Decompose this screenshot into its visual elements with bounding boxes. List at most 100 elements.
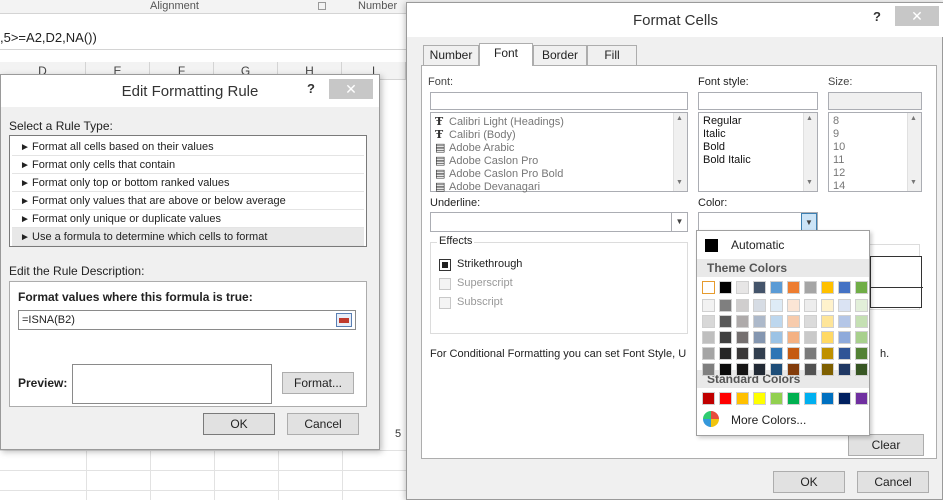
rule-type-item[interactable]: ► Format only cells that contain bbox=[12, 156, 364, 174]
subscript-checkbox[interactable] bbox=[439, 297, 451, 309]
theme-shade-swatch[interactable] bbox=[736, 299, 749, 312]
chevron-down-icon[interactable]: ▼ bbox=[801, 213, 817, 231]
theme-color-swatch[interactable] bbox=[719, 281, 732, 294]
theme-shade-swatch[interactable] bbox=[821, 299, 834, 312]
theme-color-swatch[interactable] bbox=[736, 281, 749, 294]
strikethrough-checkbox[interactable] bbox=[439, 259, 451, 271]
theme-color-swatch[interactable] bbox=[838, 281, 851, 294]
theme-shade-swatch[interactable] bbox=[753, 331, 766, 344]
theme-shade-swatch[interactable] bbox=[702, 331, 715, 344]
theme-shade-swatch[interactable] bbox=[838, 363, 851, 376]
help-icon[interactable]: ? bbox=[873, 9, 881, 24]
theme-shade-swatch[interactable] bbox=[804, 315, 817, 328]
standard-color-swatch[interactable] bbox=[804, 392, 817, 405]
standard-color-swatch[interactable] bbox=[736, 392, 749, 405]
theme-shade-swatch[interactable] bbox=[770, 299, 783, 312]
tab-fill[interactable]: Fill bbox=[587, 45, 637, 65]
clear-button[interactable]: Clear bbox=[848, 434, 924, 456]
theme-shade-swatch[interactable] bbox=[821, 315, 834, 328]
theme-shade-swatch[interactable] bbox=[804, 299, 817, 312]
standard-color-swatch[interactable] bbox=[719, 392, 732, 405]
theme-shade-swatch[interactable] bbox=[855, 299, 868, 312]
theme-shade-swatch[interactable] bbox=[736, 363, 749, 376]
size-input[interactable] bbox=[828, 92, 922, 110]
rule-type-item[interactable]: ► Format only values that are above or be… bbox=[12, 192, 364, 210]
formula-bar[interactable]: ,5>=A2,D2,NA()) bbox=[0, 26, 406, 50]
theme-shade-swatch[interactable] bbox=[787, 299, 800, 312]
theme-shade-swatch[interactable] bbox=[719, 363, 732, 376]
scrollbar[interactable]: ▲ ▼ bbox=[803, 113, 817, 191]
more-colors-link[interactable]: More Colors... bbox=[731, 413, 806, 427]
rule-type-item-selected[interactable]: ► Use a formula to determine which cells … bbox=[12, 228, 364, 246]
close-icon[interactable]: ✕ bbox=[329, 79, 373, 99]
close-icon[interactable]: ✕ bbox=[895, 6, 939, 26]
size-list[interactable]: 8 9 10 11 12 14 ▲ ▼ bbox=[828, 112, 922, 192]
theme-shade-swatch[interactable] bbox=[855, 363, 868, 376]
theme-shade-swatch[interactable] bbox=[855, 347, 868, 360]
list-item[interactable]: 11 bbox=[833, 154, 844, 166]
theme-shade-swatch[interactable] bbox=[787, 315, 800, 328]
theme-color-swatch[interactable] bbox=[804, 281, 817, 294]
theme-shade-swatch[interactable] bbox=[787, 347, 800, 360]
dialog-titlebar[interactable]: Edit Formatting Rule ? ✕ bbox=[1, 75, 379, 107]
theme-shade-swatch[interactable] bbox=[702, 315, 715, 328]
help-icon[interactable]: ? bbox=[307, 81, 315, 96]
superscript-label[interactable]: Superscript bbox=[457, 277, 513, 289]
theme-shade-swatch[interactable] bbox=[719, 299, 732, 312]
superscript-checkbox[interactable] bbox=[439, 278, 451, 290]
theme-shade-swatch[interactable] bbox=[753, 347, 766, 360]
scrollbar[interactable]: ▲ ▼ bbox=[907, 113, 921, 191]
theme-shade-swatch[interactable] bbox=[702, 363, 715, 376]
theme-shade-swatch[interactable] bbox=[719, 315, 732, 328]
theme-shade-swatch[interactable] bbox=[821, 363, 834, 376]
theme-shade-swatch[interactable] bbox=[736, 347, 749, 360]
underline-select[interactable]: ▼ bbox=[430, 212, 688, 232]
theme-shade-swatch[interactable] bbox=[736, 315, 749, 328]
standard-color-swatch[interactable] bbox=[770, 392, 783, 405]
theme-shade-swatch[interactable] bbox=[770, 331, 783, 344]
list-item[interactable]: ▤ Adobe Caslon Pro Bold bbox=[435, 167, 563, 180]
scroll-up-icon[interactable]: ▲ bbox=[676, 115, 683, 122]
standard-color-swatch[interactable] bbox=[702, 392, 715, 405]
theme-color-swatch[interactable] bbox=[702, 281, 715, 294]
formula-input[interactable]: =ISNA(B2) bbox=[18, 310, 356, 330]
standard-color-swatch[interactable] bbox=[838, 392, 851, 405]
scroll-up-icon[interactable]: ▲ bbox=[910, 115, 917, 122]
theme-shade-swatch[interactable] bbox=[838, 299, 851, 312]
ok-button[interactable]: OK bbox=[773, 471, 845, 493]
font-style-list[interactable]: Regular Italic Bold Bold Italic ▲ ▼ bbox=[698, 112, 818, 192]
standard-color-swatch[interactable] bbox=[787, 392, 800, 405]
theme-shade-swatch[interactable] bbox=[855, 331, 868, 344]
list-item[interactable]: 14 bbox=[833, 180, 845, 192]
rule-type-item[interactable]: ► Format only top or bottom ranked values bbox=[12, 174, 364, 192]
theme-shade-swatch[interactable] bbox=[770, 363, 783, 376]
scroll-down-icon[interactable]: ▼ bbox=[910, 179, 917, 186]
list-item[interactable]: 9 bbox=[833, 128, 839, 140]
list-item[interactable]: Regular bbox=[703, 115, 742, 127]
theme-shade-swatch[interactable] bbox=[736, 331, 749, 344]
theme-shade-swatch[interactable] bbox=[804, 363, 817, 376]
scroll-down-icon[interactable]: ▼ bbox=[806, 179, 813, 186]
theme-shade-swatch[interactable] bbox=[753, 299, 766, 312]
theme-shade-swatch[interactable] bbox=[787, 363, 800, 376]
subscript-label[interactable]: Subscript bbox=[457, 296, 503, 308]
theme-shade-swatch[interactable] bbox=[821, 331, 834, 344]
cancel-button[interactable]: Cancel bbox=[287, 413, 359, 435]
list-item[interactable]: Bold bbox=[703, 141, 725, 153]
theme-shade-swatch[interactable] bbox=[753, 315, 766, 328]
scroll-up-icon[interactable]: ▲ bbox=[806, 115, 813, 122]
theme-color-swatch[interactable] bbox=[787, 281, 800, 294]
scrollbar[interactable]: ▲ ▼ bbox=[673, 113, 687, 191]
list-item[interactable]: ▤ Adobe Caslon Pro bbox=[435, 154, 538, 167]
cell-reference-icon[interactable] bbox=[336, 313, 352, 327]
theme-color-swatch[interactable] bbox=[770, 281, 783, 294]
theme-color-swatch[interactable] bbox=[821, 281, 834, 294]
font-list[interactable]: Ŧ Calibri Light (Headings) Ŧ Calibri (Body… bbox=[430, 112, 688, 193]
standard-color-swatch[interactable] bbox=[753, 392, 766, 405]
theme-shade-swatch[interactable] bbox=[702, 347, 715, 360]
automatic-color-label[interactable]: Automatic bbox=[731, 238, 784, 252]
scroll-down-icon[interactable]: ▼ bbox=[676, 179, 683, 186]
theme-color-swatch[interactable] bbox=[753, 281, 766, 294]
list-item[interactable]: Bold Italic bbox=[703, 154, 751, 166]
theme-shade-swatch[interactable] bbox=[719, 331, 732, 344]
